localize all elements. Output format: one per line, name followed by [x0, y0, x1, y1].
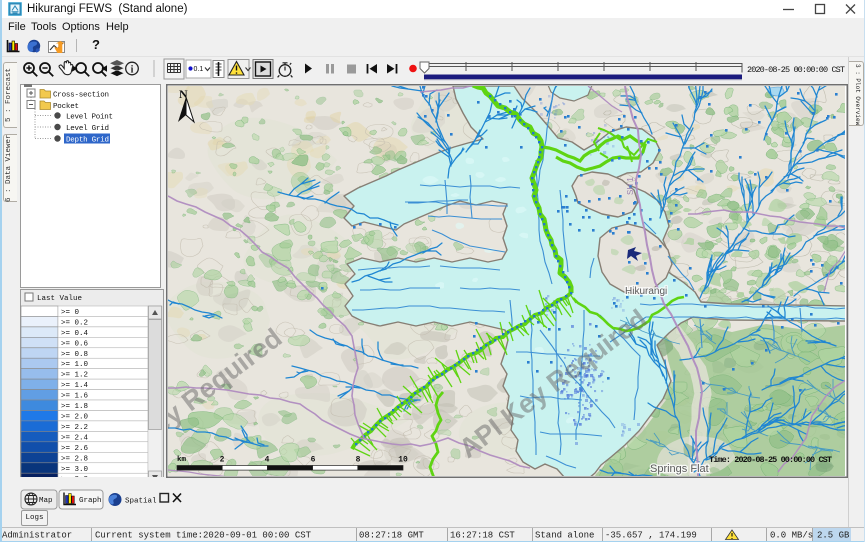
svg-text:Last Value: Last Value — [37, 295, 82, 303]
svg-text:SH 1: SH 1 — [626, 177, 635, 195]
svg-text:Level Point: Level Point — [66, 114, 113, 122]
svg-text:-35.657 , 174.199: -35.657 , 174.199 — [605, 531, 697, 541]
svg-text:>= 1.0: >= 1.0 — [61, 361, 89, 369]
svg-text:8: 8 — [356, 456, 361, 465]
svg-text:2: 2 — [220, 456, 225, 465]
svg-text:>= 3.0: >= 3.0 — [61, 466, 89, 474]
svg-text:km: km — [177, 456, 187, 464]
svg-text:>= 2.4: >= 2.4 — [61, 434, 89, 442]
svg-text:i: i — [131, 65, 134, 76]
svg-text:>= 1.6: >= 1.6 — [61, 393, 89, 401]
svg-text:Time: 2020-08-25 00:00:00 CST: Time: 2020-08-25 00:00:00 CST — [709, 455, 832, 465]
svg-text:Depth Grid: Depth Grid — [66, 137, 109, 145]
svg-text:4: 4 — [265, 456, 270, 465]
svg-text:Stand alone: Stand alone — [535, 531, 594, 541]
svg-text:>= 2.2: >= 2.2 — [61, 424, 88, 432]
svg-text:>= 0.6: >= 0.6 — [61, 340, 89, 348]
svg-text:>= 1.2: >= 1.2 — [61, 372, 88, 380]
svg-text:08:27:18 GMT: 08:27:18 GMT — [359, 531, 424, 541]
svg-text:Pocket: Pocket — [53, 103, 79, 111]
svg-text:>= 0.8: >= 0.8 — [61, 351, 88, 359]
svg-text:6: 6 — [311, 456, 316, 465]
svg-text:Administrator: Administrator — [2, 531, 72, 541]
svg-text:16:27:18 CST: 16:27:18 CST — [450, 531, 515, 541]
svg-text:10: 10 — [398, 456, 408, 465]
svg-text:>= 0.4: >= 0.4 — [61, 330, 89, 338]
svg-text:Current system time:2020-09-01: Current system time:2020-09-01 00:00 CST — [95, 531, 312, 541]
svg-text:>= 1.4: >= 1.4 — [61, 382, 89, 390]
svg-text:2020-08-25 00:00:00 CST: 2020-08-25 00:00:00 CST — [747, 65, 845, 75]
svg-text:>= 2.8: >= 2.8 — [61, 455, 88, 463]
svg-text:Level Grid: Level Grid — [66, 125, 109, 133]
svg-text:>= 2.6: >= 2.6 — [61, 445, 89, 453]
svg-text:>= 2.0: >= 2.0 — [61, 414, 89, 422]
svg-text:Springs Flat: Springs Flat — [650, 463, 709, 475]
svg-text:Map: Map — [39, 497, 53, 505]
svg-text:>= 1.8: >= 1.8 — [61, 403, 88, 411]
svg-text:>= 0.2: >= 0.2 — [61, 320, 88, 328]
svg-text:2.5 GB: 2.5 GB — [817, 531, 850, 541]
svg-text:Hikurangi: Hikurangi — [625, 286, 667, 297]
svg-text:Cross-section: Cross-section — [53, 92, 109, 100]
svg-text:0.0 MB/s: 0.0 MB/s — [770, 531, 813, 541]
svg-text:>= 0: >= 0 — [61, 309, 80, 317]
svg-text:Spatial: Spatial — [125, 498, 157, 506]
svg-text:0.1: 0.1 — [194, 66, 204, 73]
svg-text:Graph: Graph — [79, 497, 102, 505]
